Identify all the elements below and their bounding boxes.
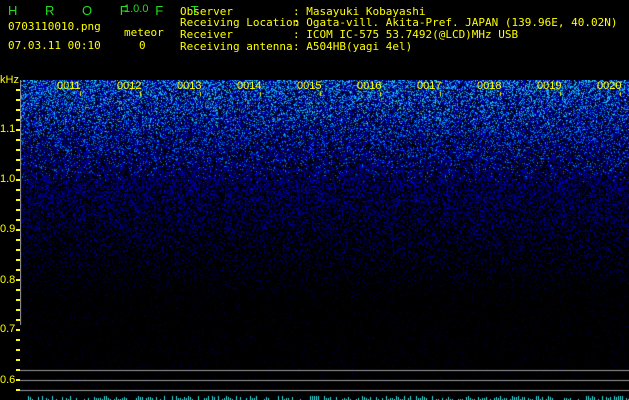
y-tick [16,219,20,221]
y-tick [16,249,20,251]
y-tick [16,299,20,301]
y-tick [16,379,20,381]
y-label-0.6: 0.6 [0,374,16,386]
y-tick [16,119,20,121]
y-tick [16,229,20,231]
y-tick [16,319,20,321]
y-tick [16,349,20,351]
y-tick [16,209,20,211]
y-tick [16,309,20,311]
time-label: 0019 [537,80,562,92]
y-tick [16,169,20,171]
y-tick [16,149,20,151]
y-tick [16,179,20,181]
y-tick [16,389,20,391]
y-tick [16,339,20,341]
y-tick [16,259,20,261]
app-version: 1.0.0 [124,3,149,15]
y-axis-unit: kHz [0,74,19,86]
y-tick [16,89,20,91]
y-label-0.8: 0.8 [0,274,16,286]
y-tick [16,109,20,111]
file-datetime: 07.03.11 00:10 [8,39,101,52]
time-label: 0017 [417,80,442,92]
y-tick [16,269,20,271]
antenna-value: : A504HB(yagi 4el) [293,40,413,53]
y-tick [16,359,20,361]
y-label-1.1: 1.1 [0,123,16,135]
time-label: 0016 [357,80,382,92]
time-label: 0018 [477,80,502,92]
y-tick [16,369,20,371]
y-tick [16,139,20,141]
time-label: 0020 [597,80,622,92]
y-label-0.9: 0.9 [0,223,16,235]
time-label: 0013 [177,80,202,92]
meteor-count: 0 [139,39,146,52]
y-tick [16,289,20,291]
time-label: 0014 [237,80,262,92]
file-name: 0703110010.png [8,20,101,33]
y-tick [16,159,20,161]
antenna-label: Receiving antenna [180,40,293,53]
y-label-1.0: 1.0 [0,173,16,185]
y-tick [16,279,20,281]
y-tick [16,99,20,101]
time-label: 0012 [117,80,142,92]
meteor-label: meteor [124,26,164,39]
spectrogram [20,80,629,400]
y-tick [16,239,20,241]
time-label: 0011 [57,80,81,92]
y-tick [16,129,20,131]
y-label-0.7: 0.7 [0,323,16,335]
y-tick [16,199,20,201]
y-tick [16,329,20,331]
time-label: 0015 [297,80,322,92]
y-tick [16,189,20,191]
